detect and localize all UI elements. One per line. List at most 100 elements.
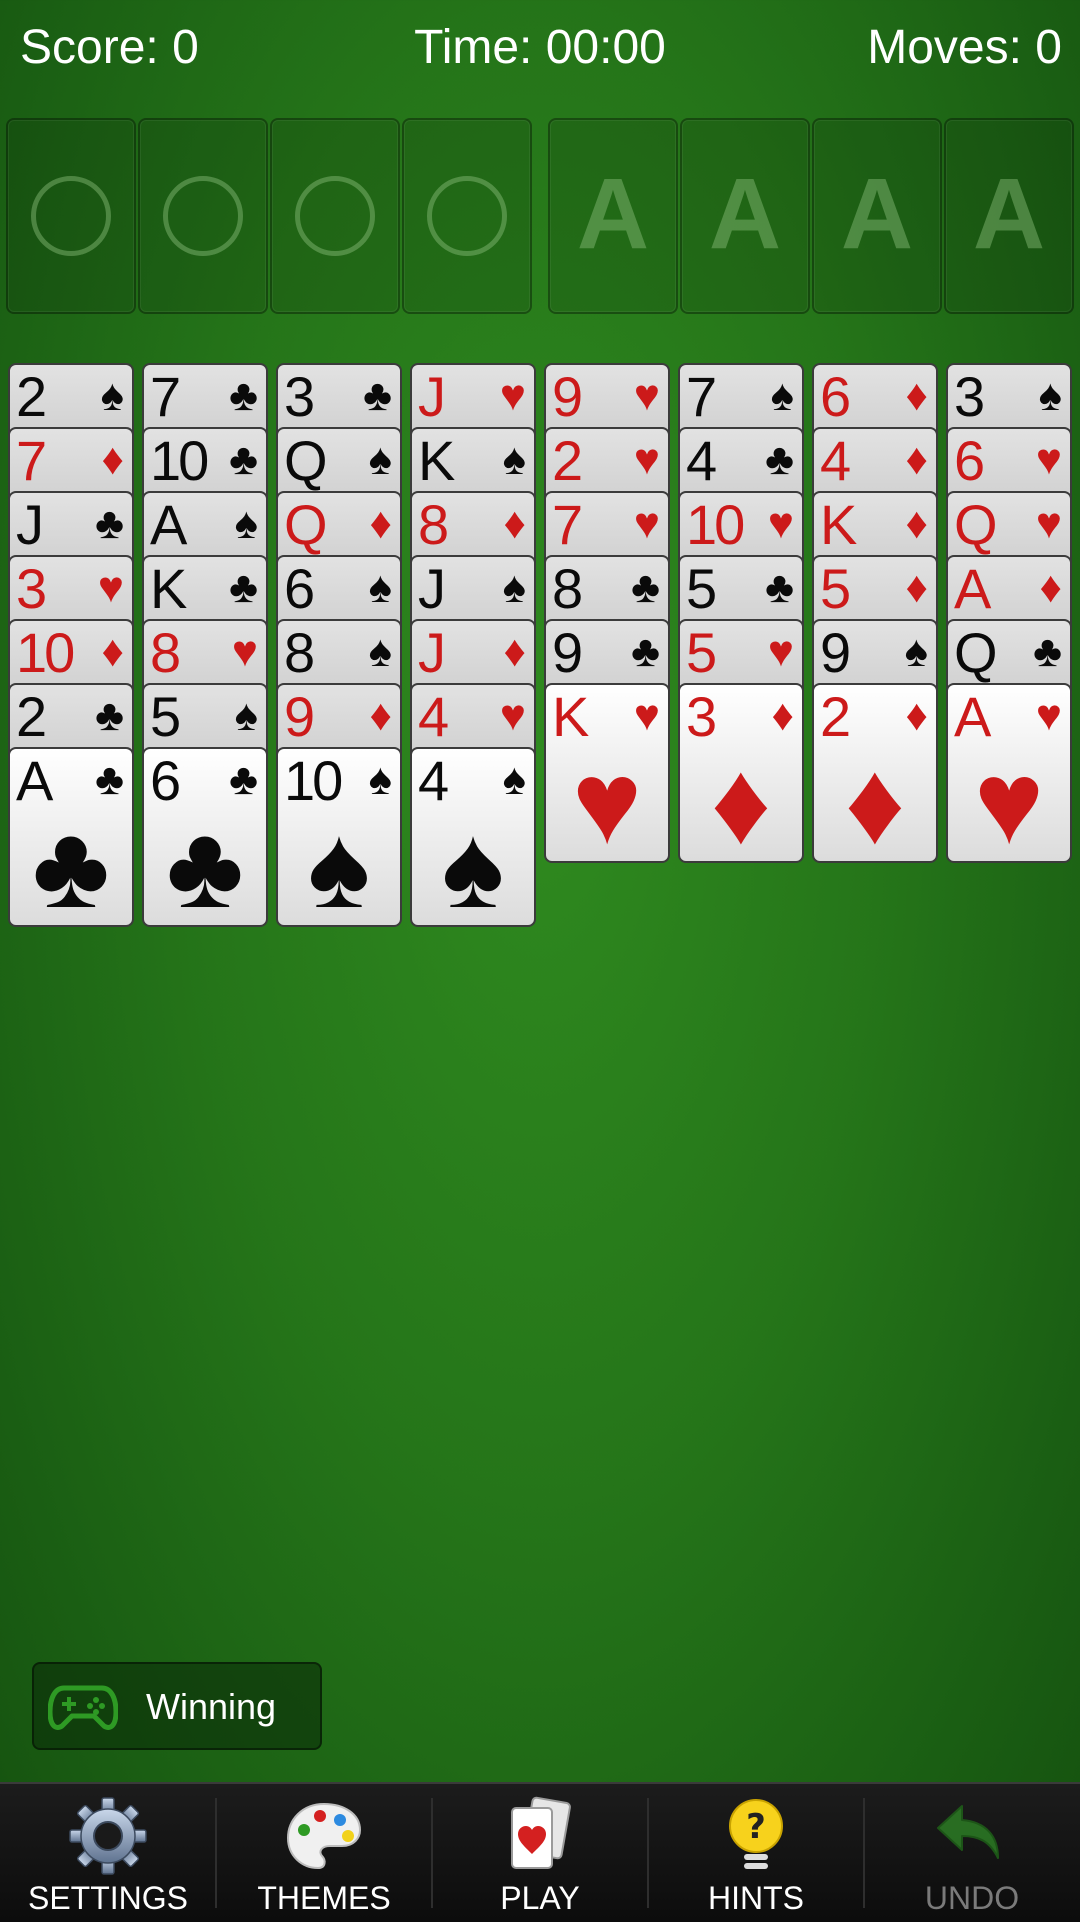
card-rank: 10	[686, 493, 745, 556]
card-rank: 8	[418, 493, 449, 556]
free-cell[interactable]	[138, 118, 268, 314]
card-rank: 8	[284, 621, 315, 684]
card-rank: Q	[284, 429, 328, 492]
card-rank: 3	[954, 365, 985, 428]
playing-card[interactable]: 10 ♠ ♠	[276, 747, 402, 927]
card-suit-icon: ♦	[503, 499, 526, 548]
card-suit-icon: ♠	[502, 563, 526, 612]
card-suit-icon: ♣	[1033, 627, 1062, 676]
palette-icon	[286, 1802, 362, 1870]
card-rank: 7	[150, 365, 181, 428]
card-suit-icon: ♠	[904, 627, 928, 676]
card-suit-icon: ♠	[1038, 371, 1062, 420]
undo-button[interactable]: UNDO	[864, 1784, 1080, 1922]
playing-card[interactable]: 3 ♦ ♦	[678, 683, 804, 863]
foundation-label: A	[972, 158, 1046, 270]
card-suit-icon: ♦	[905, 499, 928, 548]
moves-label: Moves: 0	[867, 21, 1062, 74]
play-label: PLAY	[500, 1880, 580, 1916]
themes-button[interactable]: THEMES	[216, 1784, 432, 1922]
card-rank: 3	[16, 557, 47, 620]
undo-label: UNDO	[924, 1880, 1020, 1916]
card-rank: J	[418, 365, 446, 428]
card-rank: 6	[820, 365, 851, 428]
card-suit-icon: ♠	[770, 371, 794, 420]
card-suit-icon: ♠	[234, 499, 258, 548]
card-rank: 7	[686, 365, 717, 428]
free-cell[interactable]	[402, 118, 532, 314]
empty-cell-icon	[163, 176, 243, 256]
card-suit-icon: ♦	[369, 499, 392, 548]
card-rank: 5	[150, 685, 181, 748]
card-rank: K	[150, 557, 187, 620]
card-suit-icon: ♠	[368, 435, 392, 484]
card-rank: J	[418, 557, 446, 620]
card-rank: 4	[686, 429, 717, 492]
foundation-pile[interactable]: A	[812, 118, 942, 314]
foundation-label: A	[708, 158, 782, 270]
card-rank: K	[820, 493, 857, 556]
gamepad-icon	[48, 1685, 118, 1730]
free-cell[interactable]	[6, 118, 136, 314]
foundation-label: A	[576, 158, 650, 270]
settings-button[interactable]: SETTINGS	[0, 1784, 216, 1922]
card-rank: 10	[16, 621, 75, 684]
card-suit-icon: ♦	[905, 435, 928, 484]
card-suit-icon: ♠	[368, 755, 392, 804]
card-rank: A	[954, 557, 991, 620]
card-rank: 9	[552, 365, 583, 428]
card-suit-icon: ♦	[1039, 563, 1062, 612]
card-suit-icon: ♦	[101, 627, 124, 676]
card-suit-icon: ♣	[95, 755, 124, 804]
playing-card[interactable]: A ♣ ♣	[8, 747, 134, 927]
card-rank: Q	[954, 493, 998, 556]
card-suit-icon: ♠	[234, 691, 258, 740]
foundation-pile[interactable]: A	[680, 118, 810, 314]
card-suit-icon: ♠	[368, 627, 392, 676]
undo-icon	[937, 1805, 999, 1859]
gear-icon	[69, 1797, 147, 1875]
card-rank: 3	[686, 685, 717, 748]
play-button[interactable]: PLAY	[432, 1784, 648, 1922]
card-rank: 8	[150, 621, 181, 684]
card-rank: 7	[16, 429, 47, 492]
empty-cell-icon	[31, 176, 111, 256]
card-suit-icon: ♥	[1035, 499, 1062, 548]
hints-label: HINTS	[708, 1880, 804, 1916]
card-rank: 5	[686, 557, 717, 620]
winning-deal-badge[interactable]: Winning	[32, 1662, 322, 1750]
settings-label: SETTINGS	[27, 1880, 188, 1916]
playing-card[interactable]: 4 ♠ ♠	[410, 747, 536, 927]
foundation-pile[interactable]: A	[944, 118, 1074, 314]
card-suit-icon: ♣	[631, 627, 660, 676]
card-suit-icon: ♠	[502, 755, 526, 804]
foundation-pile[interactable]: A	[548, 118, 678, 314]
card-rank: Q	[954, 621, 998, 684]
card-suit-icon: ♦	[101, 435, 124, 484]
card-suit-icon: ♥	[633, 499, 660, 548]
playing-card[interactable]: 6 ♣ ♣	[142, 747, 268, 927]
card-suit-icon: ♥	[499, 691, 526, 740]
hints-button[interactable]: ? HINTS	[648, 1784, 864, 1922]
card-suit-icon: ♠	[100, 371, 124, 420]
bottom-toolbar: SETTINGS THEMES PLAY ? HINTS UNDO	[0, 1782, 1080, 1922]
card-center-suit-icon: ♠	[441, 801, 505, 927]
playing-card[interactable]: 2 ♦ ♦	[812, 683, 938, 863]
playing-card[interactable]: K ♥ ♥	[544, 683, 670, 863]
free-cell[interactable]	[270, 118, 400, 314]
card-suit-icon: ♦	[905, 563, 928, 612]
card-rank: K	[418, 429, 455, 492]
card-rank: 2	[820, 685, 851, 748]
card-suit-icon: ♥	[633, 691, 660, 740]
card-rank: 6	[284, 557, 315, 620]
card-suit-icon: ♦	[905, 691, 928, 740]
card-suit-icon: ♥	[767, 499, 794, 548]
card-suit-icon: ♠	[368, 563, 392, 612]
playing-card[interactable]: A ♥ ♥	[946, 683, 1072, 863]
card-suit-icon: ♥	[633, 371, 660, 420]
card-suit-icon: ♣	[95, 691, 124, 740]
card-center-suit-icon: ♥	[571, 737, 643, 863]
svg-text:?: ?	[746, 1807, 766, 1847]
card-suit-icon: ♣	[631, 563, 660, 612]
card-rank: 5	[686, 621, 717, 684]
